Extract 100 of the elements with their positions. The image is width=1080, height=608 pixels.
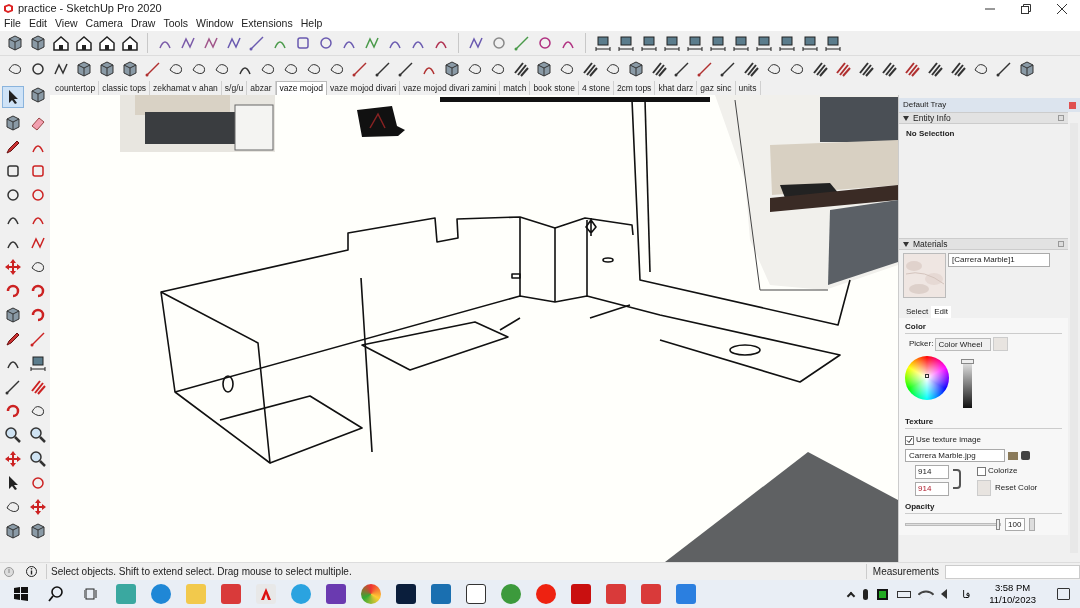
line-icon[interactable] [397,59,415,78]
menu-item[interactable]: Draw [130,16,156,32]
texture-file-field[interactable]: Carrera Marble.jpg [905,449,1005,462]
search-icon[interactable] [46,584,66,604]
panel-tab[interactable]: Edit [931,306,952,318]
cube-icon[interactable] [443,59,461,78]
pencil-icon[interactable] [3,138,22,156]
cube-icon[interactable] [3,306,22,324]
cube-icon[interactable] [3,522,22,540]
move-icon[interactable] [3,258,22,276]
dimension-icon[interactable] [640,34,658,52]
menu-item[interactable]: File [4,16,21,32]
link-icon[interactable] [953,469,961,489]
color-swatch[interactable] [977,480,991,496]
house-icon[interactable] [121,34,139,52]
clock-time[interactable]: 3:58 PM [994,582,1031,594]
house-icon[interactable] [75,34,93,52]
dimension-icon[interactable] [617,34,635,52]
height-field[interactable]: 914 [915,482,949,496]
wheel-marker[interactable] [925,374,929,378]
line-icon[interactable] [248,34,266,52]
battery-icon[interactable] [897,590,912,598]
scene-tab[interactable]: vaze mojod [275,81,327,95]
dimension-icon[interactable] [778,34,796,52]
cube-icon[interactable] [28,522,47,540]
reset-color-label[interactable]: Reset Color [995,482,1038,494]
move-icon[interactable] [28,498,47,516]
dimension-icon[interactable] [663,34,681,52]
notification-icon[interactable] [1057,588,1070,600]
dimension-icon[interactable] [594,34,612,52]
dimension-icon[interactable] [801,34,819,52]
line-icon[interactable] [144,59,162,78]
menu-item[interactable]: Help [300,16,323,32]
square-icon[interactable] [294,34,312,52]
app-icon[interactable] [877,588,889,600]
menu-item[interactable]: Edit [28,16,47,32]
panel-header[interactable]: Entity Info [899,112,1068,124]
cube-icon[interactable] [28,86,47,104]
line-icon[interactable] [719,59,737,78]
line-icon[interactable] [3,378,22,396]
magnifier-icon[interactable] [28,450,47,468]
cube-icon[interactable] [3,114,22,132]
speaker-icon[interactable] [941,589,948,599]
dimension-icon[interactable] [824,34,842,52]
windows-icon[interactable] [11,584,31,604]
cube-icon[interactable] [1018,59,1036,78]
magnifier-icon[interactable] [28,426,47,444]
cube-icon[interactable] [98,59,116,78]
line-icon[interactable] [696,59,714,78]
cube-icon[interactable] [121,59,139,78]
opacity-field[interactable]: 100 [1005,518,1025,531]
microphone-icon[interactable] [863,588,869,600]
move-icon[interactable] [3,450,22,468]
language-indicator[interactable]: فا [962,586,971,602]
width-field[interactable]: 914 [915,465,949,479]
line-icon[interactable] [351,59,369,78]
restore-icon[interactable] [1021,3,1031,14]
menu-item[interactable]: Extensions [241,16,293,32]
pencil-icon[interactable] [3,330,22,348]
cube-icon[interactable] [29,34,47,52]
house-icon[interactable] [98,34,116,52]
cube-icon[interactable] [627,59,645,78]
dimension-icon[interactable] [28,354,47,372]
circle-icon[interactable] [536,34,554,52]
close-icon[interactable] [1057,3,1067,14]
color-swatch[interactable] [993,337,1009,351]
stripes-icon[interactable] [28,378,47,396]
opacity-slider-thumb[interactable] [996,519,1000,530]
expand-icon[interactable] [903,115,909,121]
clock-date[interactable]: 11/10/2023 [989,594,1036,606]
cube-icon[interactable] [75,59,93,78]
magnifier-icon[interactable] [3,426,22,444]
house-icon[interactable] [52,34,70,52]
texture-swatch[interactable] [904,254,945,297]
menu-item[interactable]: Tools [163,16,188,32]
circle-icon[interactable] [317,34,335,52]
color-wheel[interactable] [905,356,949,400]
menu-item[interactable]: View [55,16,78,32]
dimension-icon[interactable] [709,34,727,52]
material-name-field[interactable]: [Carrera Marble]1 [948,253,1050,267]
dimension-icon[interactable] [732,34,750,52]
cube-icon[interactable] [6,34,24,52]
line-icon[interactable] [374,59,392,78]
checkbox[interactable] [977,466,986,476]
measurements-field[interactable] [945,564,1080,579]
app-icon[interactable] [466,584,486,604]
line-icon[interactable] [673,59,691,78]
checkbox[interactable] [905,435,914,445]
panel-tab[interactable]: Select [903,306,932,318]
info-icon[interactable] [26,566,37,577]
dimension-icon[interactable] [686,34,704,52]
brightness-slider-thumb[interactable] [961,359,974,365]
expand-icon[interactable] [903,241,909,247]
menu-item[interactable]: Window [196,16,234,32]
dimension-icon[interactable] [755,34,773,52]
picker-dropdown[interactable]: Color Wheel [935,337,992,351]
record-icon[interactable] [536,584,556,604]
cube-icon[interactable] [535,59,553,78]
line-icon[interactable] [28,330,47,348]
line-icon[interactable] [995,59,1013,78]
